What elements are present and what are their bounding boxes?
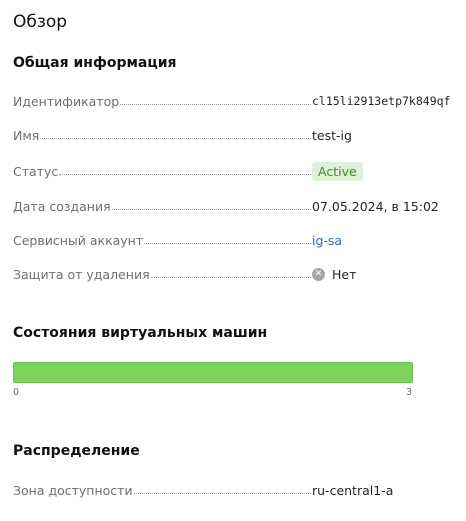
leader-dots — [40, 137, 311, 139]
field-label-created: Дата создания — [13, 198, 111, 214]
field-row-name: Имя test-ig — [13, 125, 458, 145]
leader-dots — [144, 242, 311, 244]
field-row-id: Идентификатор cl15li2913etp7k849qf — [13, 91, 458, 111]
field-label-id: Идентификатор — [13, 93, 120, 109]
field-row-deletion-protection: Защита от удаления ✕ Нет — [13, 264, 458, 284]
leader-dots — [133, 492, 311, 494]
general-info-title: Общая информация — [13, 55, 177, 71]
close-circle-icon: ✕ — [312, 267, 325, 281]
field-value-id[interactable]: cl15li2913etp7k849qf — [312, 94, 450, 108]
field-label-deletion-protection: Защита от удаления — [13, 266, 150, 282]
field-row-zone: Зона доступности ru-central1-a — [13, 480, 458, 500]
field-row-status: Статус Active — [13, 161, 458, 181]
status-badge: Active — [312, 161, 363, 181]
field-value-name: test-ig — [312, 127, 352, 143]
page-title: Обзор — [13, 12, 68, 32]
deletion-protection-value: ✕ Нет — [312, 267, 356, 282]
vm-states-title: Состояния виртуальных машин — [13, 325, 268, 341]
distribution-title: Распределение — [13, 443, 140, 459]
leader-dots — [120, 103, 311, 105]
service-account-link[interactable]: ig-sa — [312, 233, 342, 248]
field-row-created: Дата создания 07.05.2024, в 15:02 — [13, 196, 458, 216]
field-label-name: Имя — [13, 127, 40, 143]
vm-states-progress-bar — [13, 362, 413, 383]
deletion-protection-text: Нет — [332, 266, 357, 282]
progress-min-label: 0 — [13, 387, 20, 398]
field-label-zone: Зона доступности — [13, 482, 133, 498]
field-value-created: 07.05.2024, в 15:02 — [312, 198, 439, 214]
leader-dots — [59, 173, 311, 175]
progress-max-label: 3 — [406, 387, 413, 398]
field-label-status: Статус — [13, 163, 59, 179]
vm-states-progress-fill — [14, 363, 412, 382]
field-row-service-account: Сервисный аккаунт ig-sa — [13, 230, 458, 250]
leader-dots — [111, 208, 311, 210]
field-label-service-account: Сервисный аккаунт — [13, 232, 144, 248]
leader-dots — [150, 276, 311, 278]
field-value-zone: ru-central1-a — [312, 482, 394, 498]
